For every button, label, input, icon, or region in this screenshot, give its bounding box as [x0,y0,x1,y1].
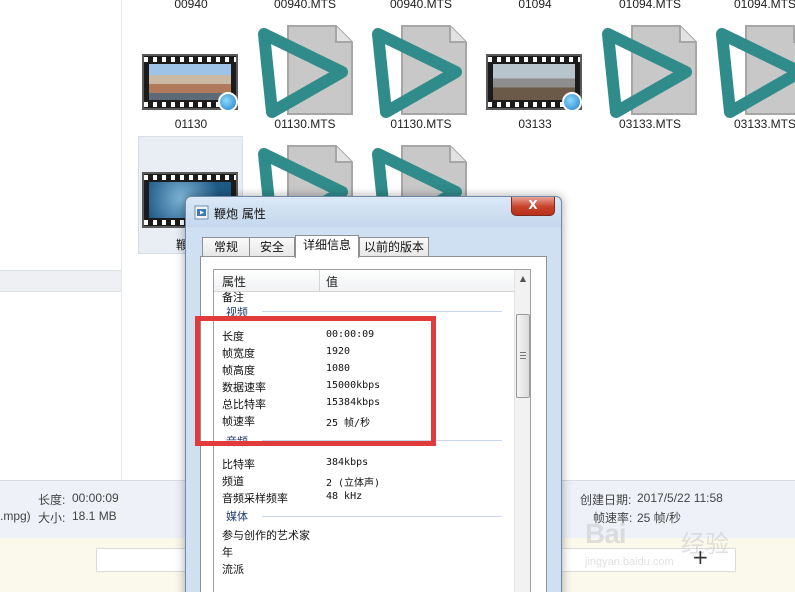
file-label[interactable]: 00940.MTS [366,0,476,11]
annotation-highlight-box [195,316,436,446]
size-value: 18.1 MB [72,509,117,523]
file-label[interactable]: 00940 [136,0,246,11]
property-value: 384kbps [326,457,369,468]
file-label[interactable]: 03133 [480,117,590,131]
file-label[interactable]: 01130.MTS [250,117,360,131]
column-header-value[interactable]: 值 [326,273,338,290]
length-value: 00:00:09 [72,491,119,505]
column-header-property[interactable]: 属性 [222,273,246,290]
size-label: 大小: [38,511,66,525]
tab-details[interactable]: 详细信息 [295,235,359,258]
scroll-up-arrow-icon[interactable]: ▲ [515,270,530,287]
length-label: 长度: [38,493,66,507]
created-value: 2017/5/22 11:58 [637,491,723,505]
dialog-title: 鞭炮 属性 [214,207,266,221]
property-name: 年 [222,546,233,559]
mts-file-icon[interactable] [716,20,795,120]
property-name: 参与创作的艺术家 [222,529,310,542]
navigation-pane-selected-row[interactable] [0,270,121,292]
close-button[interactable]: X [511,197,555,216]
tab-general[interactable]: 常规 [202,237,250,257]
property-name: 备注 [222,291,244,304]
watermark-url: jingyan.baidu.com [585,556,674,568]
scroll-down-arrow-icon[interactable]: ▼ [515,588,530,592]
grip-icon [520,352,526,359]
property-value: 48 kHz [326,491,363,502]
plus-icon: + [692,545,709,569]
file-label[interactable]: 01094.MTS [710,0,795,11]
file-label[interactable]: 01130 [136,117,246,131]
property-value: 2 (立体声) [326,478,381,489]
file-label[interactable]: 01094.MTS [595,0,705,11]
watermark-brand: Bai [585,518,627,549]
dialog-title-bar[interactable]: 鞭炮 属性 X [186,197,561,227]
tab-security[interactable]: 安全 [249,237,295,257]
group-header-media: 媒体 [226,510,248,523]
baidu-jingyan-watermark: Bai 经验 jingyan.baidu.com [585,518,790,574]
file-type-fragment: .mpg) [0,509,31,523]
list-header: 属性 值 [214,270,514,292]
file-label[interactable]: 01094 [480,0,590,11]
created-label: 创建日期: [580,493,632,507]
file-label[interactable]: 01130.MTS [366,117,476,131]
mts-file-icon[interactable] [602,20,702,120]
video-file-icon [194,205,209,220]
navigation-pane[interactable] [0,0,122,480]
vertical-scrollbar[interactable]: ▲ ▼ [514,270,530,592]
file-label[interactable]: 00940.MTS [250,0,360,11]
scrollbar-thumb[interactable] [516,314,530,398]
tab-previous-versions[interactable]: 以前的版本 [359,237,429,257]
file-label[interactable]: 03133.MTS [710,117,795,131]
property-name: 流派 [222,563,244,576]
file-label[interactable]: 03133.MTS [595,117,705,131]
property-name: 比特率 [222,458,255,471]
media-player-badge-icon [562,92,582,112]
mts-file-icon[interactable] [258,20,358,120]
property-name: 频道 [222,475,244,488]
media-player-badge-icon [218,92,238,112]
property-name: 音频采样频率 [222,492,288,505]
mts-file-icon[interactable] [372,20,472,120]
